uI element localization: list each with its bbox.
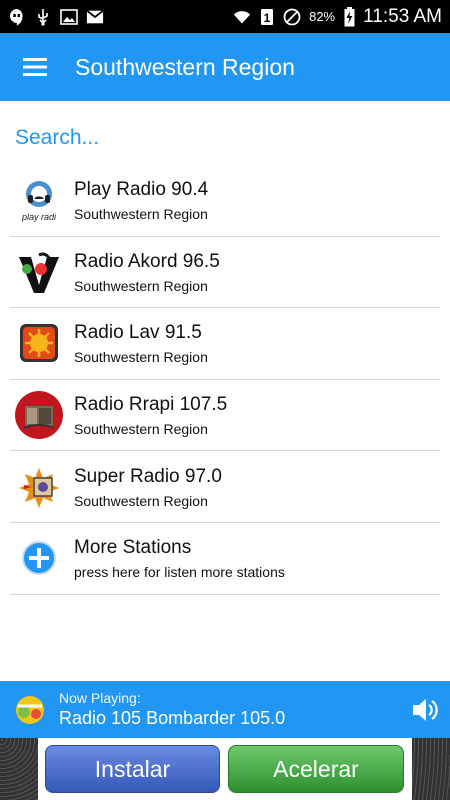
- station-region: Southwestern Region: [74, 492, 208, 509]
- radio-rrapi-logo: [14, 390, 64, 440]
- system-icons: 1 82% 11:53 AM: [233, 6, 442, 28]
- battery-charging-icon: [343, 6, 355, 26]
- station-name: Radio Rrapi 107.5: [74, 394, 228, 416]
- ad-banner: Instalar Acelerar: [0, 738, 450, 800]
- hangouts-icon: [8, 8, 26, 26]
- page-title: Southwestern Region: [75, 53, 295, 80]
- wifi-icon: [233, 8, 251, 26]
- do-not-disturb-icon: [283, 8, 301, 26]
- radio-lav-logo: [14, 318, 64, 368]
- volume-icon: [413, 698, 438, 721]
- now-playing-label: Now Playing:: [59, 690, 141, 706]
- image-icon: [60, 8, 78, 26]
- station-region: Southwestern Region: [74, 277, 208, 294]
- svg-text:1: 1: [264, 11, 271, 25]
- station-name: Super Radio 97.0: [74, 465, 222, 487]
- more-stations-title: More Stations: [74, 537, 192, 559]
- super-radio-logo: [14, 462, 64, 512]
- now-playing-logo: [10, 690, 50, 730]
- search-input[interactable]: [15, 120, 435, 156]
- usb-icon: [34, 8, 52, 26]
- radio-akord-logo: [14, 247, 64, 297]
- volume-button[interactable]: [400, 681, 450, 738]
- gmail-icon: [86, 8, 104, 26]
- sim-icon: 1: [259, 8, 275, 26]
- status-bar: 1 82% 11:53 AM: [0, 0, 450, 33]
- svg-text:play radi: play radi: [21, 212, 57, 222]
- station-item-super-radio[interactable]: Super Radio 97.0 Southwestern Region: [10, 451, 440, 523]
- station-item-radio-akord[interactable]: Radio Akord 96.5 Southwestern Region: [10, 237, 440, 309]
- station-item-radio-rrapi[interactable]: Radio Rrapi 107.5 Southwestern Region: [10, 380, 440, 452]
- station-item-radio-lav[interactable]: Radio Lav 91.5 Southwestern Region: [10, 308, 440, 380]
- now-playing-station: Radio 105 Bombarder 105.0: [59, 708, 286, 728]
- battery-percentage: 82%: [309, 9, 336, 24]
- notification-icons: [8, 8, 104, 26]
- add-circle-icon: [14, 533, 64, 583]
- station-name: Radio Lav 91.5: [74, 322, 202, 344]
- station-region: Southwestern Region: [74, 349, 208, 366]
- accelerate-button[interactable]: Acelerar: [228, 745, 404, 793]
- now-playing-bar[interactable]: Now Playing: Radio 105 Bombarder 105.0: [0, 681, 450, 738]
- station-list: play radi Play Radio 90.4 Southwestern R…: [10, 165, 440, 595]
- clock: 11:53 AM: [363, 5, 442, 27]
- station-name: Play Radio 90.4: [74, 179, 209, 201]
- station-name: Radio Akord 96.5: [74, 250, 220, 272]
- hamburger-menu-icon: [23, 58, 47, 76]
- play-radio-logo: play radi: [14, 175, 64, 225]
- station-item-play-radio[interactable]: play radi Play Radio 90.4 Southwestern R…: [10, 165, 440, 237]
- more-stations-item[interactable]: More Stations press here for listen more…: [10, 523, 440, 595]
- app-bar: Southwestern Region: [0, 33, 450, 101]
- install-button[interactable]: Instalar: [45, 745, 220, 793]
- menu-button[interactable]: [0, 33, 70, 101]
- more-stations-subtitle: press here for listen more stations: [74, 564, 285, 581]
- station-region: Southwestern Region: [74, 206, 208, 223]
- station-region: Southwestern Region: [74, 421, 208, 438]
